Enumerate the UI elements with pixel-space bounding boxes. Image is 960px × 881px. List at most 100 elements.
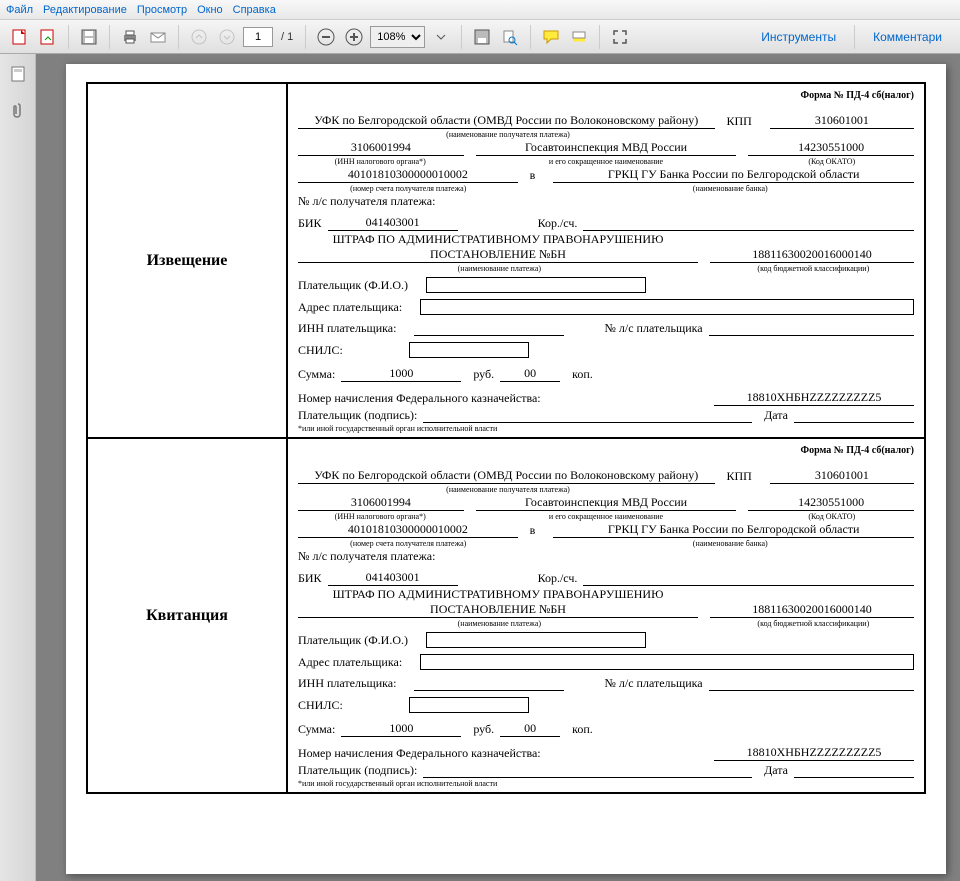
sign-label: Плательщик (подпись): <box>298 408 423 423</box>
account-value: 40101810300000010002 <box>298 167 518 183</box>
receipt-body: Форма № ПД-4 сб(налог) УФК по Белгородск… <box>288 439 924 792</box>
attachments-icon[interactable] <box>6 98 30 122</box>
thumbnails-icon[interactable] <box>6 62 30 86</box>
payer-ls-value <box>709 677 914 691</box>
payer-ls-label: № л/с плательщика <box>604 321 708 336</box>
save-copy-icon[interactable] <box>470 25 494 49</box>
okato-value: 14230551000 <box>748 495 914 511</box>
kop-value: 00 <box>500 366 560 382</box>
kbk-caption: (код бюджетной классификации) <box>713 619 914 628</box>
toolbar: / 1 108% Инструменты Комментари <box>0 20 960 54</box>
page-number-input[interactable] <box>243 27 273 47</box>
mail-icon[interactable] <box>146 25 170 49</box>
inn-value: 3106001994 <box>298 495 464 511</box>
treasury-value: 18810ХНБНZZZZZZZZZ5 <box>714 745 914 761</box>
search-icon[interactable] <box>498 25 522 49</box>
kbk-value: 18811630020016000140 <box>710 602 914 618</box>
in-label: в <box>530 523 542 538</box>
form-table: Извещение Форма № ПД-4 сб(налог) УФК по … <box>86 82 926 794</box>
in-label: в <box>530 168 542 183</box>
bank-value: ГРКЦ ГУ Банка России по Белгородской обл… <box>553 522 914 538</box>
footnote: *или иной государственный орган исполнит… <box>298 779 914 788</box>
payment-caption: (наименование платежа) <box>298 264 701 273</box>
menu-bar: Файл Редактирование Просмотр Окно Справк… <box>0 0 960 20</box>
account-value: 40101810300000010002 <box>298 522 518 538</box>
snils-label: СНИЛС: <box>298 698 349 713</box>
page-down-icon[interactable] <box>215 25 239 49</box>
kop-value: 00 <box>500 721 560 737</box>
comment-icon[interactable] <box>539 25 563 49</box>
zoom-dropdown-icon[interactable] <box>429 25 453 49</box>
kor-value <box>583 217 914 231</box>
date-label: Дата <box>764 763 794 778</box>
zoom-out-icon[interactable] <box>314 25 338 49</box>
menu-file[interactable]: Файл <box>6 4 33 16</box>
gai-caption: и его сокращенное наименование <box>474 512 737 521</box>
kor-label: Кор./сч. <box>538 571 584 586</box>
payer-addr-box <box>420 299 914 315</box>
bik-label: БИК <box>298 216 328 231</box>
snils-box <box>409 697 529 713</box>
kpp-label: КПП <box>727 469 758 484</box>
payer-inn-label: ИНН плательщика: <box>298 676 402 691</box>
side-panel <box>0 54 36 881</box>
fullscreen-icon[interactable] <box>608 25 632 49</box>
inn-caption: (ИНН налогового органа*) <box>298 512 462 521</box>
gai-value: Госавтоинспекция МВД России <box>476 495 736 511</box>
treasury-value: 18810ХНБНZZZZZZZZZ5 <box>714 390 914 406</box>
notice-title: Извещение <box>88 84 288 437</box>
kor-value <box>583 572 914 586</box>
kbk-caption: (код бюджетной классификации) <box>713 264 914 273</box>
recipient-caption: (наименование получателя платежа) <box>298 130 718 139</box>
menu-window[interactable]: Окно <box>197 4 223 16</box>
save-icon[interactable] <box>77 25 101 49</box>
payer-inn-value <box>414 322 564 336</box>
payer-inn-value <box>414 677 564 691</box>
payer-addr-box <box>420 654 914 670</box>
kop-label: коп. <box>572 367 599 382</box>
okato-caption: (Код ОКАТО) <box>750 512 914 521</box>
sign-value <box>423 764 752 778</box>
rub-label: руб. <box>473 722 500 737</box>
highlight-icon[interactable] <box>567 25 591 49</box>
form-code: Форма № ПД-4 сб(налог) <box>298 445 914 456</box>
comments-button[interactable]: Комментари <box>863 26 952 48</box>
menu-edit[interactable]: Редактирование <box>43 4 127 16</box>
pdf-convert-icon[interactable] <box>36 25 60 49</box>
date-value <box>794 764 914 778</box>
page-up-icon[interactable] <box>187 25 211 49</box>
recipient-value: УФК по Белгородской области (ОМВД России… <box>298 468 715 484</box>
payer-fio-label: Плательщик (Ф.И.О.) <box>298 633 414 648</box>
kpp-value: 310601001 <box>770 468 914 484</box>
zoom-in-icon[interactable] <box>342 25 366 49</box>
payer-ls-label: № л/с плательщика <box>604 676 708 691</box>
payment-name-value: ШТРАФ ПО АДМИНИСТРАТИВНОМУ ПРАВОНАРУШЕНИ… <box>298 232 698 263</box>
document-area[interactable]: Извещение Форма № ПД-4 сб(налог) УФК по … <box>36 54 960 881</box>
okato-value: 14230551000 <box>748 140 914 156</box>
pdf-create-icon[interactable] <box>8 25 32 49</box>
sum-label: Сумма: <box>298 367 341 382</box>
page-total-label: / 1 <box>277 31 297 43</box>
notice-body: Форма № ПД-4 сб(налог) УФК по Белгородск… <box>288 84 924 437</box>
tools-button[interactable]: Инструменты <box>751 26 846 48</box>
payer-fio-label: Плательщик (Ф.И.О.) <box>298 278 414 293</box>
menu-view[interactable]: Просмотр <box>137 4 187 16</box>
okato-caption: (Код ОКАТО) <box>750 157 914 166</box>
payment-name-value: ШТРАФ ПО АДМИНИСТРАТИВНОМУ ПРАВОНАРУШЕНИ… <box>298 587 698 618</box>
recipient-caption: (наименование получателя платежа) <box>298 485 718 494</box>
payer-ls-value <box>709 322 914 336</box>
receipt-title: Квитанция <box>88 439 288 792</box>
gai-value: Госавтоинспекция МВД России <box>476 140 736 156</box>
menu-help[interactable]: Справка <box>233 4 276 16</box>
sum-value: 1000 <box>341 721 461 737</box>
print-icon[interactable] <box>118 25 142 49</box>
inn-value: 3106001994 <box>298 140 464 156</box>
snils-box <box>409 342 529 358</box>
pdf-page: Извещение Форма № ПД-4 сб(налог) УФК по … <box>66 64 946 874</box>
payment-caption: (наименование платежа) <box>298 619 701 628</box>
sign-label: Плательщик (подпись): <box>298 763 423 778</box>
payer-inn-label: ИНН плательщика: <box>298 321 402 336</box>
treasury-label: Номер начисления Федерального казначейст… <box>298 391 547 406</box>
zoom-select[interactable]: 108% <box>370 26 425 48</box>
gai-caption: и его сокращенное наименование <box>474 157 737 166</box>
